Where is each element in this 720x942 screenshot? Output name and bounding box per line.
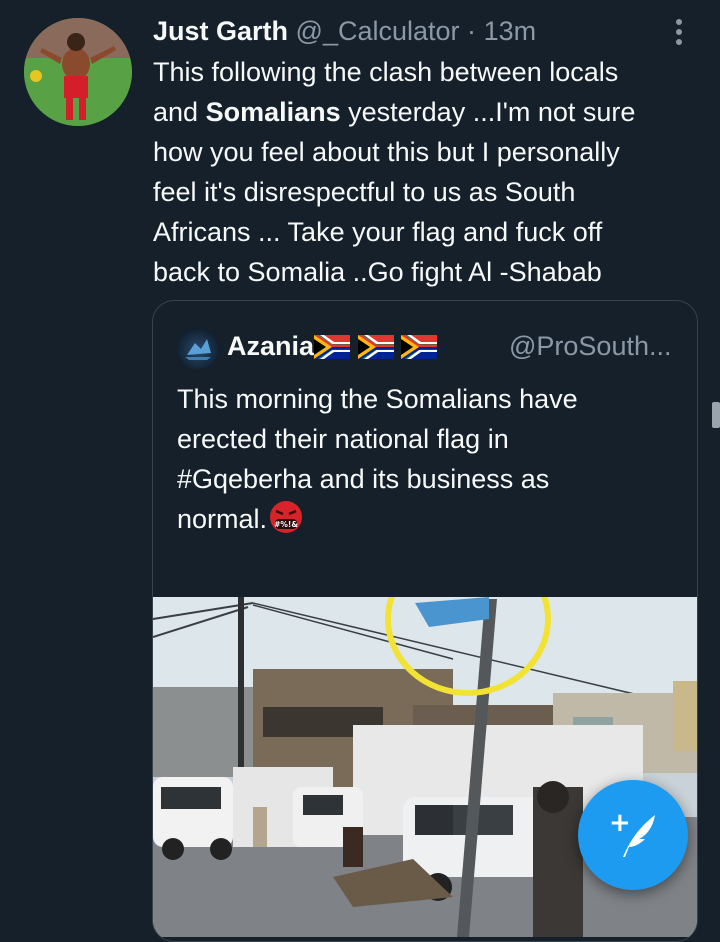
tweet-text: This following the clash between locals … xyxy=(153,52,698,292)
quoted-text: This morning the Somalians have erected … xyxy=(177,379,677,539)
quoted-line-last: normal. #%!& xyxy=(177,499,677,539)
scrollbar-thumb[interactable] xyxy=(712,402,720,428)
flags-group xyxy=(314,333,438,367)
quoted-header: Azania @ProSouth... · 1h xyxy=(227,329,687,367)
compose-tweet-icon: + xyxy=(609,808,655,857)
vertical-dots-icon[interactable] xyxy=(672,18,686,48)
tweet-line: feel it's disrespectful to us as South xyxy=(153,177,576,207)
tweet-line: back to Somalia ..Go fight Al -Shabab xyxy=(153,257,602,287)
author-handle[interactable]: @_Calculator xyxy=(296,16,460,46)
south-africa-flag-icon xyxy=(314,335,351,359)
quoted-line-text: normal. xyxy=(177,504,268,534)
angry-face-with-symbols-icon: #%!& xyxy=(270,501,303,533)
emoji-symbols: #%!& xyxy=(274,520,298,529)
meta-separator: · xyxy=(467,16,477,46)
quoted-author-avatar[interactable] xyxy=(177,327,219,369)
quoted-line: #Gqeberha and its business as xyxy=(177,464,550,494)
tweet-header: Just Garth @_Calculator · 13m xyxy=(153,14,536,48)
tweet-line: This following the clash between locals xyxy=(153,57,619,87)
compose-tweet-button[interactable]: + xyxy=(578,780,688,890)
tweet-line-rest: yesterday ...I'm not sure xyxy=(348,97,636,127)
author-avatar[interactable] xyxy=(24,18,132,126)
south-africa-flag-icon xyxy=(401,335,438,359)
quoted-line: erected their national flag in xyxy=(177,424,509,454)
avatar-image xyxy=(24,18,132,126)
quoted-author-name[interactable]: Azania xyxy=(227,331,314,361)
tweet-line: Africans ... Take your flag and fuck off xyxy=(153,217,603,247)
quoted-avatar-image xyxy=(185,339,211,360)
bold-word: Somalians xyxy=(205,97,341,127)
author-name[interactable]: Just Garth xyxy=(153,16,288,46)
tweet-time[interactable]: 13m xyxy=(484,16,537,46)
tweet-line: and Somalians yesterday ...I'm not sure xyxy=(153,92,698,132)
quoted-line: This morning the Somalians have xyxy=(177,384,578,414)
plus-sign: + xyxy=(609,808,631,838)
south-africa-flag-icon xyxy=(357,335,394,359)
tweet-line-prefix: and xyxy=(153,97,206,127)
quoted-author-handle[interactable]: @ProSouth... xyxy=(509,329,672,363)
tweet-line: how you feel about this but I personally xyxy=(153,137,620,167)
